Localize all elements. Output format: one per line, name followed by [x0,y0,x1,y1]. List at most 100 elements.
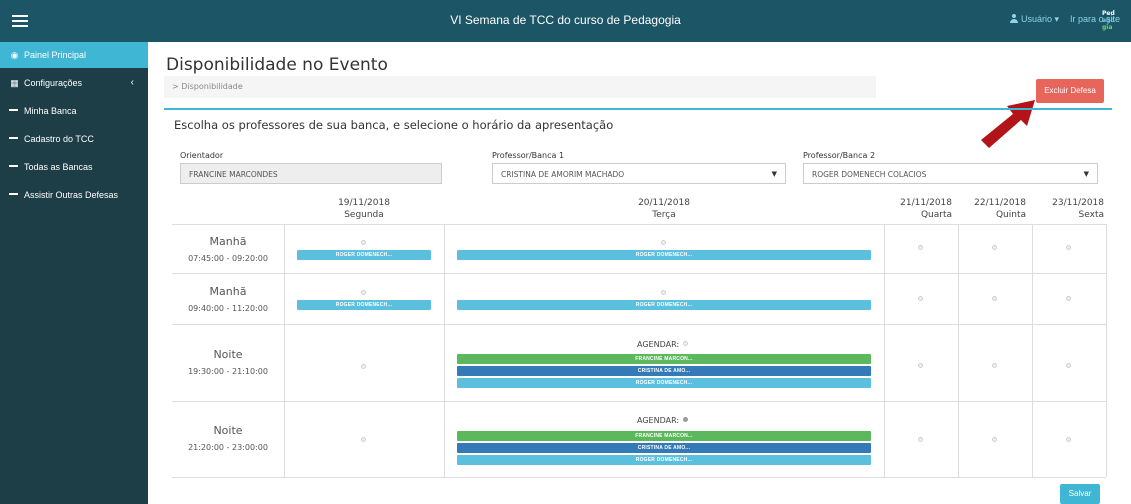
logo-line: ago [1102,17,1115,24]
schedule-label: AGENDAR: [637,340,680,349]
day-weekday: Sexta [1078,210,1104,220]
banca1-label: Professor/Banca 1 [492,151,565,160]
caret-down-icon: ▼ [771,170,777,178]
grid-divider [172,273,1106,274]
sidebar: ◉ Painel Principal ▦ Configurações ‹ Minha… [0,42,148,504]
sidebar-item-painel-principal[interactable]: ◉ Painel Principal [0,42,148,68]
professor-tag: FRANCINE MARCON... [457,354,871,364]
panel-heading: Escolha os professores de sua banca, e s… [174,118,614,132]
slot-radio[interactable] [361,240,366,245]
save-button[interactable]: Salvar [1060,484,1100,504]
page-title: Disponibilidade no Evento [166,55,388,75]
professor-tag: ROGER DOMENECH... [457,378,871,388]
day-header: 23/11/2018 Sexta [1032,197,1106,221]
chevron-down-icon: ▾ [1054,14,1060,24]
professor-tag: ROGER DOMENECH... [297,300,431,310]
grid-divider [172,477,1106,478]
slot-time: 09:40:00 - 11:20:00 [188,304,268,313]
slot-radio[interactable] [361,290,366,295]
slot-radio[interactable] [683,341,688,346]
grid-divider [1106,224,1107,477]
slot-radio[interactable] [1066,296,1071,301]
slot-radio[interactable] [918,437,923,442]
slot-name: Manhã [209,235,247,248]
slot-radio[interactable] [361,437,366,442]
slot-label: Noite 21:20:00 - 23:00:00 [172,424,284,452]
day-weekday: Quinta [995,210,1026,220]
slot-name: Noite [213,424,243,437]
slot-radio[interactable] [918,363,923,368]
slot-label: Noite 19:30:00 - 21:10:00 [172,348,284,376]
sidebar-item-label: Cadastro do TCC [24,134,94,144]
day-date: 21/11/2018 [900,198,952,208]
professor-tag: FRANCINE MARCON... [457,431,871,441]
slot-radio[interactable] [918,296,923,301]
logo-line: Ped [1102,10,1115,17]
grid-divider [884,224,885,477]
grid-divider [1032,224,1033,477]
slot-radio[interactable] [992,245,997,250]
user-label: Usuário [1021,14,1053,24]
slot-radio[interactable] [1066,245,1071,250]
delete-defense-button[interactable]: Excluir Defesa [1036,79,1104,103]
professor-tag: ROGER DOMENECH... [297,250,431,260]
professor-tag: CRISTINA DE AMO... [457,366,871,376]
dash-icon [9,165,18,167]
day-weekday: Quarta [920,210,952,220]
banca2-select[interactable]: ROGER DOMENECH COLACIOS ▼ [803,163,1098,184]
logo: Ped ago gia [1102,10,1122,32]
professor-tag: CRISTINA DE AMO... [457,443,871,453]
dash-icon [9,193,18,195]
chevron-left-icon: ‹ [130,77,134,88]
slot-radio[interactable] [992,363,997,368]
slot-radio[interactable] [992,437,997,442]
caret-down-icon: ▼ [1083,170,1089,178]
user-icon [1010,14,1018,23]
slot-radio-selected[interactable] [683,417,688,422]
slot-radio[interactable] [992,296,997,301]
sidebar-item-label: Assistir Outras Defesas [24,190,119,200]
banca2-label: Professor/Banca 2 [803,151,876,160]
dash-icon [9,109,18,111]
sidebar-item-label: Minha Banca [24,106,77,116]
orientador-field: FRANCINE MARCONDES [180,163,442,184]
schedule-label: AGENDAR: [637,416,680,425]
slot-label: Manhã 07:45:00 - 09:20:00 [172,235,284,263]
day-header: 21/11/2018 Quarta [884,197,958,221]
logo-line: gia [1102,24,1113,31]
day-date: 19/11/2018 [338,198,390,208]
banca1-select[interactable]: CRISTINA DE AMORIM MACHADO ▼ [492,163,786,184]
day-header: 19/11/2018 Segunda [284,197,444,221]
slot-radio[interactable] [661,240,666,245]
day-date: 22/11/2018 [974,198,1026,208]
slot-name: Noite [213,348,243,361]
dash-icon [9,137,18,139]
top-bar: VI Semana de TCC do curso de Pedagogia U… [0,0,1131,42]
user-menu[interactable]: Usuário ▾ [1010,14,1059,25]
sidebar-item-configuracoes[interactable]: ▦ Configurações ‹ [0,70,148,96]
dashboard-icon: ◉ [10,50,19,60]
slot-radio[interactable] [918,245,923,250]
slot-radio[interactable] [1066,437,1071,442]
slot-label: Manhã 09:40:00 - 11:20:00 [172,285,284,313]
slot-radio[interactable] [361,364,366,369]
grid-divider [172,224,1106,225]
slot-name: Manhã [209,285,247,298]
sidebar-item-minha-banca[interactable]: Minha Banca [0,98,148,124]
grid-divider [958,224,959,477]
sidebar-item-assistir-defesas[interactable]: Assistir Outras Defesas [0,182,148,208]
sidebar-item-label: Todas as Bancas [24,162,93,172]
sidebar-item-todas-bancas[interactable]: Todas as Bancas [0,154,148,180]
sidebar-item-cadastro-tcc[interactable]: Cadastro do TCC [0,126,148,152]
day-header: 20/11/2018 Terça [444,197,884,221]
day-header: 22/11/2018 Quinta [958,197,1032,221]
grid-divider [284,224,285,477]
day-weekday: Terça [652,210,676,220]
slot-radio[interactable] [1066,363,1071,368]
slot-radio[interactable] [661,290,666,295]
breadcrumb: > Disponibilidade [164,76,876,98]
grid-divider [444,224,445,477]
sidebar-item-label: Painel Principal [24,50,87,60]
slot-time: 19:30:00 - 21:10:00 [188,367,268,376]
grid-divider [172,401,1106,402]
